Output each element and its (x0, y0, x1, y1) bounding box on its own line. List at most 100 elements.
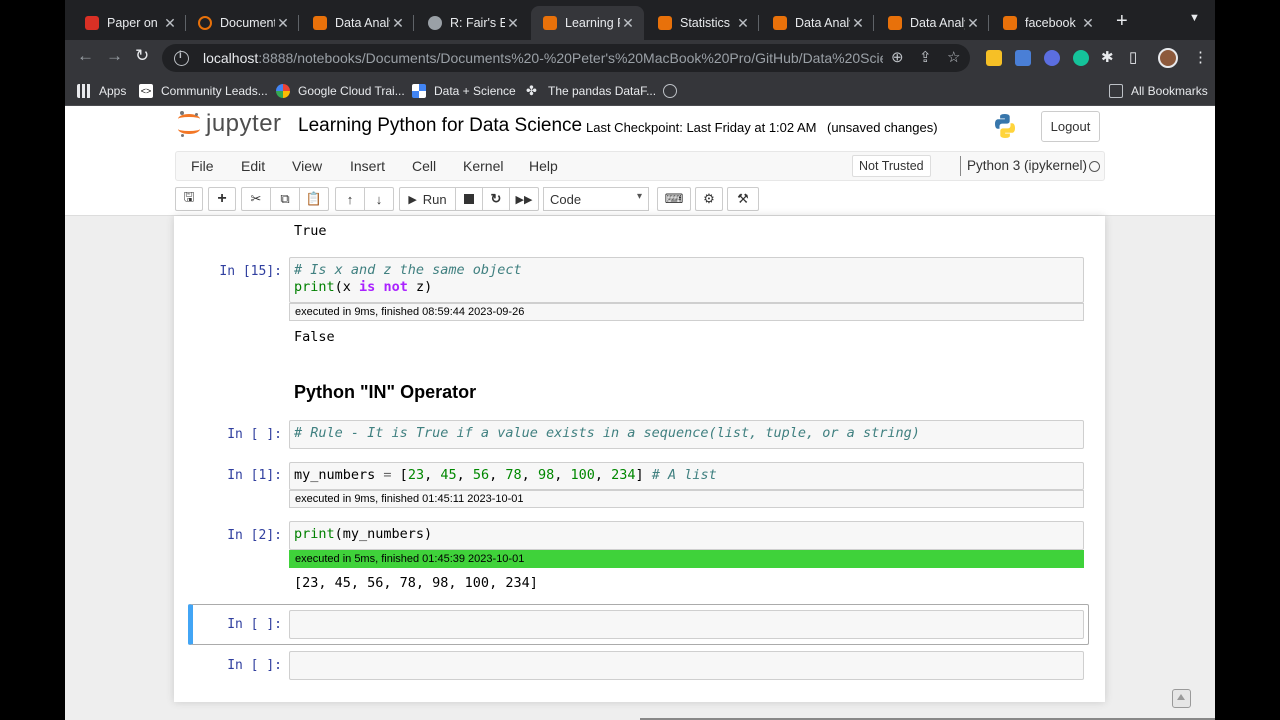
bookmark-star-icon[interactable]: ☆ (947, 48, 960, 66)
code-comment: # Is x and z the same object (294, 262, 522, 278)
gear-icon: ⚙ (703, 191, 715, 206)
folder-icon (1109, 84, 1123, 98)
bookmark-apps[interactable]: Apps (77, 84, 126, 98)
bookmark-pandas[interactable]: ✤ The pandas DataF... (526, 84, 656, 99)
book-icon (543, 16, 557, 30)
cell-type-select[interactable]: Code ▾ (543, 187, 649, 211)
restart-run-all-button[interactable]: ▶▶ (509, 187, 539, 211)
menu-help[interactable]: Help (529, 158, 558, 174)
zoom-icon[interactable]: ⊕ (891, 48, 904, 66)
save-button[interactable]: 🖫 (175, 187, 203, 211)
menu-kernel[interactable]: Kernel (463, 158, 503, 174)
tab-5[interactable]: Statistics ✕ (646, 6, 759, 40)
notebook-title[interactable]: Learning Python for Data Science (298, 115, 582, 137)
tab-separator (758, 15, 759, 31)
book-icon (313, 16, 327, 30)
data-grid-icon (412, 84, 426, 98)
code-cell-input[interactable]: my_numbers = [23, 45, 56, 78, 98, 100, 2… (289, 462, 1084, 490)
code-line: my_numbers = [23, 45, 56, 78, 98, 100, 2… (294, 467, 717, 483)
url-host: localhost (203, 50, 259, 66)
cut-button[interactable]: ✂ (241, 187, 271, 211)
extension-translate-icon[interactable] (1015, 50, 1031, 66)
empty-cell-input[interactable] (289, 610, 1084, 639)
bookmark-globe[interactable] (663, 84, 685, 98)
tab-8[interactable]: facebook ✕ (991, 6, 1104, 40)
close-icon[interactable]: ✕ (965, 15, 981, 32)
bookmark-google-cloud[interactable]: Google Cloud Trai... (276, 84, 405, 98)
globe-icon (428, 16, 442, 30)
kernel-name[interactable]: Python 3 (ipykernel) (967, 158, 1087, 173)
tab-title: facebook (1025, 16, 1076, 30)
close-icon[interactable]: ✕ (850, 15, 866, 32)
close-icon[interactable]: ✕ (620, 15, 636, 32)
chevron-down-icon: ▾ (636, 191, 642, 202)
tab-4-active[interactable]: Learning P ✕ (531, 6, 644, 40)
close-icon[interactable]: ✕ (735, 15, 751, 32)
menu-insert[interactable]: Insert (350, 158, 385, 174)
more-menu-icon[interactable]: ⋮ (1193, 48, 1208, 66)
circle-logo-icon (198, 16, 212, 30)
tab-6[interactable]: Data Analy ✕ (761, 6, 874, 40)
paste-button[interactable]: 📋 (299, 187, 329, 211)
side-panel-icon[interactable]: ▯ (1129, 48, 1137, 66)
tab-title: Statistics (680, 16, 731, 30)
build-button[interactable]: ⚒ (727, 187, 759, 211)
close-icon[interactable]: ✕ (162, 15, 178, 32)
copy-button[interactable]: ⧉ (270, 187, 300, 211)
bookmark-community-leads[interactable]: <> Community Leads... (139, 84, 268, 98)
tab-1[interactable]: Document ✕ (186, 6, 299, 40)
bookmark-label: Apps (99, 84, 127, 98)
browser-toolbar: ← → ↻ localhost :8888/notebooks/Document… (65, 40, 1215, 76)
all-bookmarks[interactable]: All Bookmarks (1109, 84, 1208, 98)
menu-cell[interactable]: Cell (412, 158, 436, 174)
jupyter-wordmark: jupyter (206, 110, 282, 137)
close-icon[interactable]: ✕ (275, 15, 291, 32)
code-comment: # A list (651, 467, 717, 483)
extension-notes-icon[interactable] (986, 50, 1002, 66)
move-up-button[interactable]: ↑ (335, 187, 365, 211)
tab-title: Data Analy (795, 16, 850, 30)
restart-button[interactable]: ↻ (482, 187, 510, 211)
address-bar[interactable]: localhost :8888/notebooks/Documents/Docu… (162, 44, 970, 72)
menu-edit[interactable]: Edit (241, 158, 265, 174)
chevron-down-icon[interactable]: ▼ (1189, 12, 1200, 24)
insert-cell-button[interactable]: + (208, 187, 236, 211)
bookmark-label: Google Cloud Trai... (298, 84, 405, 98)
close-icon[interactable]: ✕ (1080, 15, 1096, 32)
command-palette-button[interactable]: ⌨ (657, 187, 691, 211)
scroll-to-top-icon[interactable] (1172, 689, 1191, 708)
tab-3[interactable]: R: Fair's E ✕ (416, 6, 529, 40)
jupyter-logo[interactable]: jupyter (178, 110, 282, 138)
run-button[interactable]: ▶ Run (399, 187, 456, 211)
tab-0[interactable]: Paper on M ✕ (73, 6, 186, 40)
extension-shield-icon[interactable] (1044, 50, 1060, 66)
share-icon[interactable]: ⇪ (919, 48, 932, 66)
move-down-button[interactable]: ↓ (364, 187, 394, 211)
close-icon[interactable]: ✕ (390, 15, 406, 32)
logout-button[interactable]: Logout (1041, 111, 1100, 142)
url-path: :8888/notebooks/Documents/Documents%20-%… (258, 50, 884, 66)
profile-avatar[interactable] (1158, 48, 1178, 68)
code-cell-input[interactable]: # Is x and z the same object print(x is … (289, 257, 1084, 303)
menu-file[interactable]: File (191, 158, 214, 174)
code-cell-input[interactable]: # Rule - It is True if a value exists in… (289, 420, 1084, 449)
settings-button[interactable]: ⚙ (695, 187, 723, 211)
reload-icon[interactable]: ↻ (135, 46, 149, 66)
new-tab-icon[interactable]: + (1116, 10, 1128, 33)
tab-7[interactable]: Data Analy ✕ (876, 6, 989, 40)
extensions-puzzle-icon[interactable]: ✱ (1101, 48, 1114, 66)
bookmark-data-science[interactable]: Data + Science (412, 84, 516, 98)
execution-time-highlight: executed in 5ms, finished 01:45:39 2023-… (289, 550, 1084, 568)
arrow-down-icon: ↓ (375, 191, 383, 207)
forward-icon[interactable]: → (106, 46, 123, 66)
close-icon[interactable]: ✕ (505, 15, 521, 32)
code-cell-input[interactable]: print(my_numbers) (289, 521, 1084, 550)
extension-grammarly-icon[interactable] (1073, 50, 1089, 66)
tab-2[interactable]: Data Analy ✕ (301, 6, 414, 40)
interrupt-button[interactable] (455, 187, 483, 211)
trust-button[interactable]: Not Trusted (852, 155, 931, 177)
site-info-icon[interactable] (174, 50, 189, 66)
menu-view[interactable]: View (292, 158, 322, 174)
empty-cell-input[interactable] (289, 651, 1084, 680)
back-icon[interactable]: ← (77, 46, 94, 66)
